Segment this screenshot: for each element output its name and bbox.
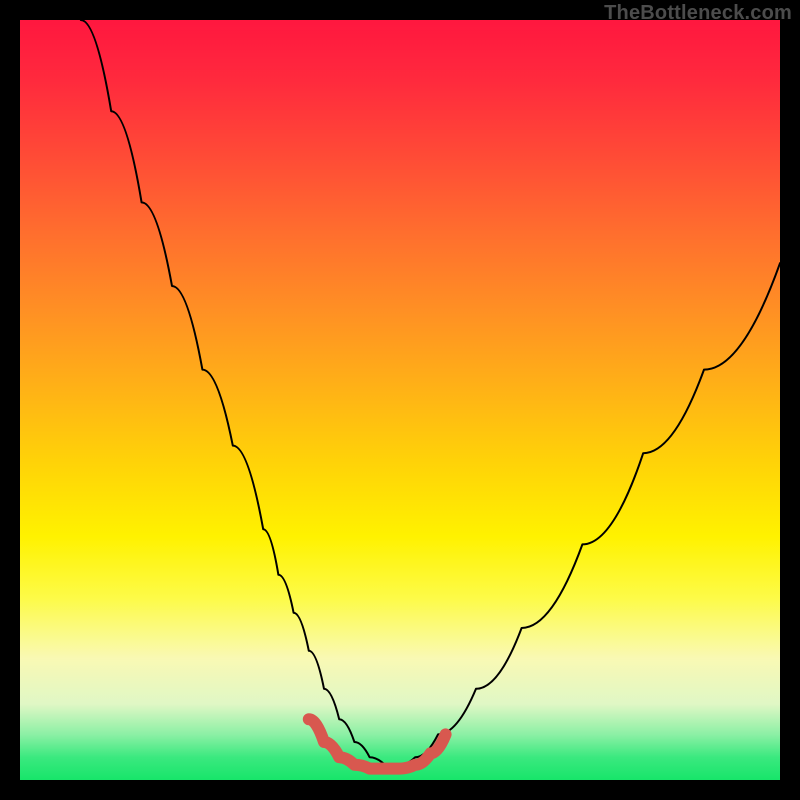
highlight-curve [309, 719, 446, 768]
main-curve [81, 20, 780, 765]
curve-layer [20, 20, 780, 780]
chart-frame: TheBottleneck.com [0, 0, 800, 800]
plot-area [20, 20, 780, 780]
